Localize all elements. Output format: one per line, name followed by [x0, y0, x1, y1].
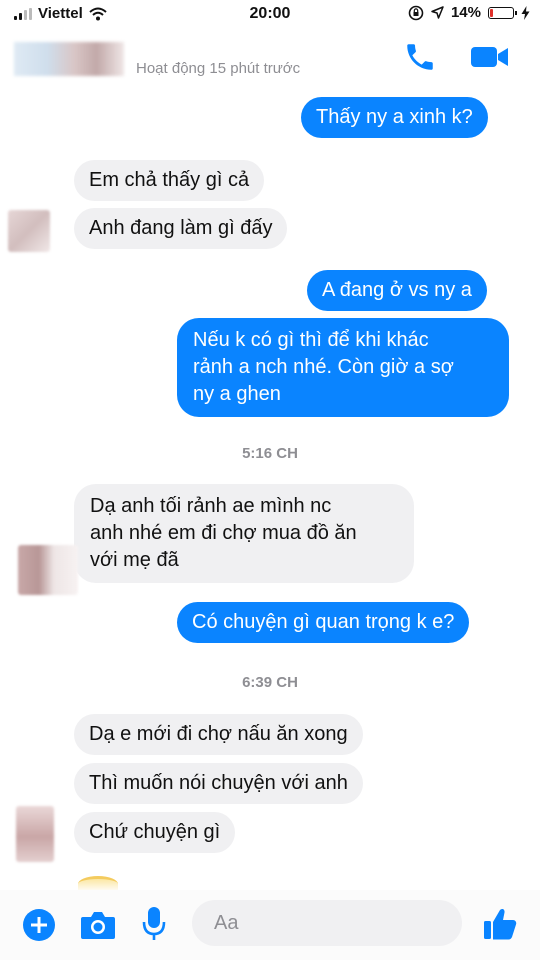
camera-icon[interactable]: [80, 910, 116, 940]
sender-avatar[interactable]: [18, 545, 78, 595]
location-icon: [431, 6, 444, 19]
thumbs-up-icon[interactable]: [482, 906, 518, 942]
activity-status: Hoạt động 15 phút trước: [136, 60, 301, 77]
battery-icon: [488, 6, 517, 19]
message-outgoing[interactable]: Nếu k có gì thì để khi khác rảnh a nch n…: [177, 318, 509, 417]
message-line: anh nhé em đi chợ mua đồ ăn: [90, 522, 357, 544]
charging-icon: [521, 5, 530, 20]
status-right: 14%: [408, 4, 530, 21]
message-line: với mẹ đã: [90, 549, 179, 571]
message-input-box[interactable]: [192, 900, 462, 946]
orientation-lock-icon: [408, 5, 424, 20]
message-incoming[interactable]: Chứ chuyện gì: [74, 812, 236, 853]
composer-bar: [0, 890, 540, 960]
chat-header: Hoạt động 15 phút trước: [0, 28, 540, 90]
sender-avatar[interactable]: [16, 806, 54, 862]
message-line: rảnh a nch nhé. Còn giờ a sợ: [193, 356, 454, 378]
message-outgoing[interactable]: Có chuyện gì quan trọng k e?: [177, 602, 470, 643]
message-incoming[interactable]: Anh đang làm gì đấy: [74, 208, 288, 249]
message-incoming[interactable]: Em chả thấy gì cả: [74, 160, 265, 201]
plus-icon[interactable]: [22, 908, 56, 942]
message-line: ny a ghen: [193, 383, 281, 405]
status-bar: Viettel 20:00 14%: [0, 0, 540, 28]
message-line: Dạ anh tối rảnh ae mình nc: [90, 495, 332, 517]
contact-avatar[interactable]: [14, 42, 124, 76]
message-line: Nếu k có gì thì để khi khác: [193, 329, 429, 351]
message-incoming[interactable]: Thì muốn nói chuyện với anh: [74, 763, 363, 804]
timestamp: 5:16 CH: [242, 445, 298, 462]
sender-avatar[interactable]: [8, 210, 50, 252]
message-outgoing[interactable]: Thấy ny a xinh k?: [301, 97, 488, 138]
timestamp: 6:39 CH: [242, 674, 298, 691]
microphone-icon[interactable]: [142, 906, 166, 942]
phone-icon[interactable]: [403, 40, 437, 74]
battery-percent: 14%: [450, 4, 481, 21]
video-call-icon[interactable]: [470, 42, 510, 72]
message-incoming[interactable]: Dạ anh tối rảnh ae mình nc anh nhé em đi…: [74, 484, 414, 583]
message-input[interactable]: [192, 900, 462, 946]
message-outgoing[interactable]: A đang ở vs ny a: [307, 270, 487, 311]
message-incoming[interactable]: Dạ e mới đi chợ nấu ăn xong: [74, 714, 363, 755]
